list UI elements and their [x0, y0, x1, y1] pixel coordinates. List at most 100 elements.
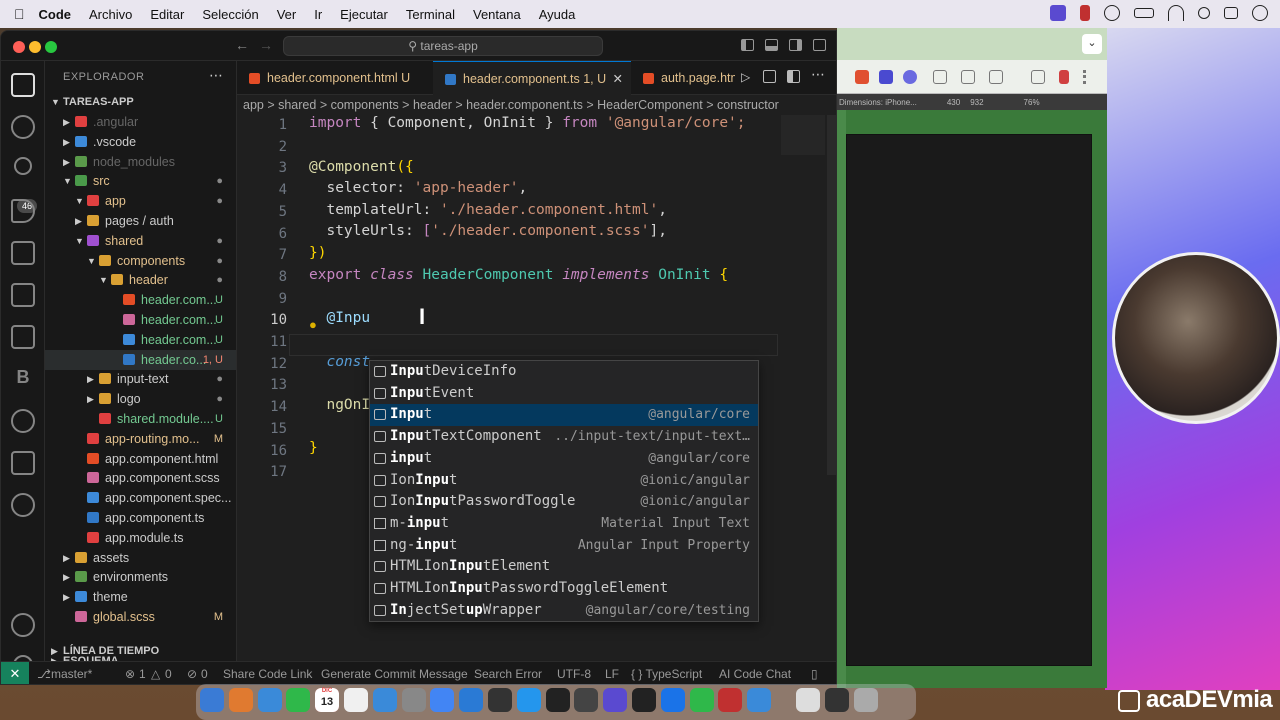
tree-item[interactable]: ▶ .angular: [45, 112, 236, 132]
safari-icon[interactable]: [257, 688, 282, 712]
play-icon[interactable]: [1104, 5, 1120, 21]
tree-item[interactable]: header.com... U: [45, 310, 236, 330]
timeline-section[interactable]: ▶ LÍNEA DE TIEMPO: [45, 641, 237, 661]
run-debug-icon[interactable]: [11, 199, 35, 223]
menu-editar[interactable]: Editar: [150, 7, 184, 22]
dictionary-icon[interactable]: [718, 688, 743, 712]
more-actions-icon[interactable]: ⋯: [811, 66, 825, 83]
tree-item[interactable]: app-routing.mo... M: [45, 429, 236, 449]
suggestion-item[interactable]: ng-input Angular Input Property: [370, 535, 758, 557]
docker-icon[interactable]: [11, 451, 35, 475]
suggestion-item[interactable]: InputEvent: [370, 383, 758, 405]
tree-item[interactable]: app.module.ts: [45, 528, 236, 548]
devtools-icon[interactable]: [855, 70, 869, 84]
source-control-icon[interactable]: [14, 157, 32, 175]
breadcrumb-item[interactable]: header: [413, 98, 452, 112]
close-window-button[interactable]: [13, 41, 25, 53]
encoding[interactable]: UTF-8: [557, 662, 591, 684]
breadcrumb-item[interactable]: constructor: [717, 98, 779, 112]
ports-count[interactable]: 0: [201, 662, 208, 684]
menu-ventana[interactable]: Ventana: [473, 7, 521, 22]
device-select[interactable]: Dimensions: iPhone...: [839, 98, 917, 107]
settings-icon[interactable]: [401, 688, 426, 712]
tree-item[interactable]: header.co... 1, U: [45, 349, 236, 370]
breadcrumb-item[interactable]: app: [243, 98, 264, 112]
device-width[interactable]: 430: [947, 98, 960, 107]
menu-archivo[interactable]: Archivo: [89, 7, 132, 22]
menu-ayuda[interactable]: Ayuda: [539, 7, 576, 22]
testing-icon[interactable]: [11, 325, 35, 349]
customize-layout-icon[interactable]: [813, 39, 826, 51]
docker-icon[interactable]: [516, 688, 541, 712]
tree-item[interactable]: shared.module.... U: [45, 409, 236, 429]
notes-icon[interactable]: [344, 688, 368, 712]
vscode-icon[interactable]: [459, 688, 484, 712]
tree-item[interactable]: header.com... U: [45, 290, 236, 310]
tree-item[interactable]: app.component.html: [45, 449, 236, 469]
chevron-down-icon[interactable]: ⌄: [1082, 34, 1102, 54]
ionic-icon[interactable]: [11, 493, 35, 517]
maximize-window-button[interactable]: [45, 41, 57, 53]
preview-icon[interactable]: [796, 688, 820, 712]
minimap[interactable]: [781, 115, 825, 155]
split-editor-icon[interactable]: [787, 70, 800, 83]
suggestion-item[interactable]: InputDeviceInfo: [370, 361, 758, 383]
tree-item[interactable]: ▼ header ●: [45, 270, 236, 290]
suggestion-item[interactable]: HTMLIonInputPasswordToggleElement: [370, 578, 758, 600]
toggle-sidebar-icon[interactable]: [741, 39, 754, 51]
menu-ejecutar[interactable]: Ejecutar: [340, 7, 388, 22]
menu-ver[interactable]: Ver: [277, 7, 297, 22]
tree-item[interactable]: ▶ node_modules: [45, 152, 236, 172]
menu-seleccion[interactable]: Selección: [202, 7, 258, 22]
suggestion-item[interactable]: InjectSetupWrapper @angular/core/testing: [370, 600, 758, 622]
edge-icon[interactable]: [747, 688, 772, 712]
tree-item[interactable]: ▶ assets: [45, 548, 236, 568]
suggestion-item[interactable]: HTMLIonInputElement: [370, 556, 758, 578]
project-root[interactable]: ▼ TAREAS-APP: [45, 92, 236, 112]
toolbar-icon[interactable]: [989, 70, 1003, 84]
run-icon[interactable]: ▷: [741, 70, 750, 84]
battery-icon[interactable]: [1134, 8, 1154, 18]
trash-icon[interactable]: [853, 688, 878, 712]
suggestion-item[interactable]: Input @angular/core: [370, 404, 758, 427]
numbers-icon[interactable]: [689, 688, 714, 712]
suggestion-item[interactable]: m-input Material Input Text: [370, 513, 758, 535]
suggestion-item[interactable]: input @angular/core: [370, 448, 758, 470]
menu-terminal[interactable]: Terminal: [406, 7, 455, 22]
toolbar-icon[interactable]: [933, 70, 947, 84]
tree-item[interactable]: header.com... U: [45, 330, 236, 350]
language-mode[interactable]: { } TypeScript: [631, 662, 702, 684]
toolbar-icon[interactable]: [1031, 70, 1045, 84]
menu-ir[interactable]: Ir: [314, 7, 322, 22]
breadcrumb-item[interactable]: HeaderComponent: [597, 98, 703, 112]
extension-icon[interactable]: [879, 70, 893, 84]
toolbar-icon[interactable]: [961, 70, 975, 84]
close-tab-icon[interactable]: ✕: [613, 62, 623, 95]
maps-icon[interactable]: [660, 688, 685, 712]
editor-scrollbar[interactable]: [827, 115, 836, 475]
search-icon[interactable]: [1198, 7, 1210, 19]
bootstrap-icon[interactable]: [603, 688, 628, 712]
tab-auth-page[interactable]: auth.page.htm: [631, 61, 735, 95]
share-code-link[interactable]: Share Code Link: [223, 662, 312, 684]
extensions-icon[interactable]: [11, 241, 35, 265]
generate-commit-message[interactable]: Generate Commit Message: [321, 662, 468, 684]
facetime-icon[interactable]: [286, 688, 311, 712]
display-icon[interactable]: [824, 688, 849, 712]
suggestion-item[interactable]: InputTextComponent ../input-text/input-t…: [370, 426, 758, 448]
breadcrumb-item[interactable]: shared: [278, 98, 316, 112]
device-height[interactable]: 932: [970, 98, 983, 107]
tree-item[interactable]: ▼ app ●: [45, 191, 236, 211]
chrome-icon[interactable]: [430, 688, 455, 712]
app-store-icon[interactable]: [372, 688, 397, 712]
apple-icon[interactable]: : [14, 6, 25, 22]
record-icon[interactable]: [1080, 5, 1090, 21]
tree-item[interactable]: app.component.spec...: [45, 488, 236, 508]
tree-item[interactable]: ▶ .vscode: [45, 132, 236, 152]
error-count[interactable]: 1: [139, 662, 146, 684]
wifi-icon[interactable]: [1168, 5, 1184, 21]
remote-explorer-icon[interactable]: [11, 283, 35, 307]
device-zoom[interactable]: 76%: [1024, 98, 1040, 107]
tree-item[interactable]: ▶ environments: [45, 567, 236, 587]
back-arrow-icon[interactable]: ←: [235, 37, 249, 53]
